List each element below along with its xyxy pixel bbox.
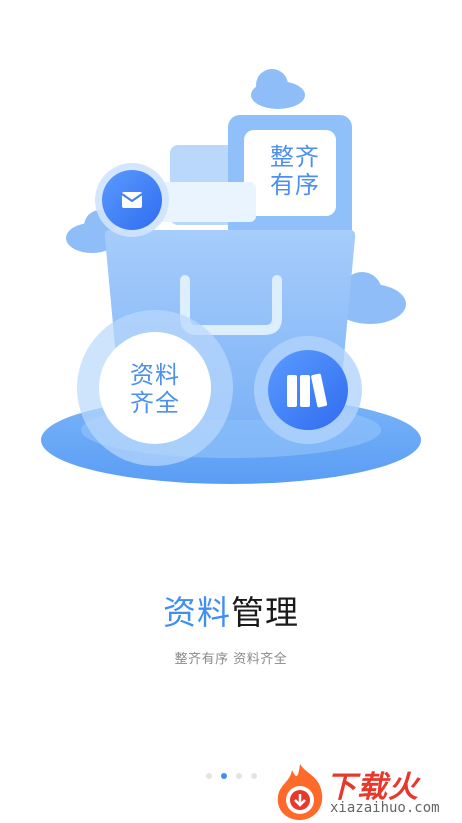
badge-line-1: 资料 [130,361,180,389]
books-icon [287,373,328,408]
feature-title: 资料管理 [0,586,462,634]
page-dot-1[interactable] [206,773,212,779]
page-dot-3[interactable] [236,773,242,779]
flame-logo-icon [277,764,323,820]
page-dot-2-active[interactable] [221,773,227,779]
watermark: 下载火 xiazaihuo.com [270,760,460,822]
badge-line-2: 齐全 [130,388,180,417]
hero-illustration: 整齐 有序 资料 齐全 [0,0,462,500]
feature-subtitle: 整齐有序 资料齐全 [174,652,288,667]
folder-illustration [41,69,421,484]
feature-title-rest: 管理 [231,593,299,632]
watermark-url: xiazaihuo.com [330,800,440,816]
complete-badge: 资料 齐全 [104,361,206,417]
page-dot-4[interactable] [251,773,257,779]
feature-title-accent: 资料 [163,593,231,632]
tag-line-1: 整齐 [270,143,320,171]
tag-line-2: 有序 [270,170,320,199]
page-indicator [206,773,257,779]
mail-icon [121,192,143,208]
organized-tag: 整齐 有序 [250,143,340,199]
